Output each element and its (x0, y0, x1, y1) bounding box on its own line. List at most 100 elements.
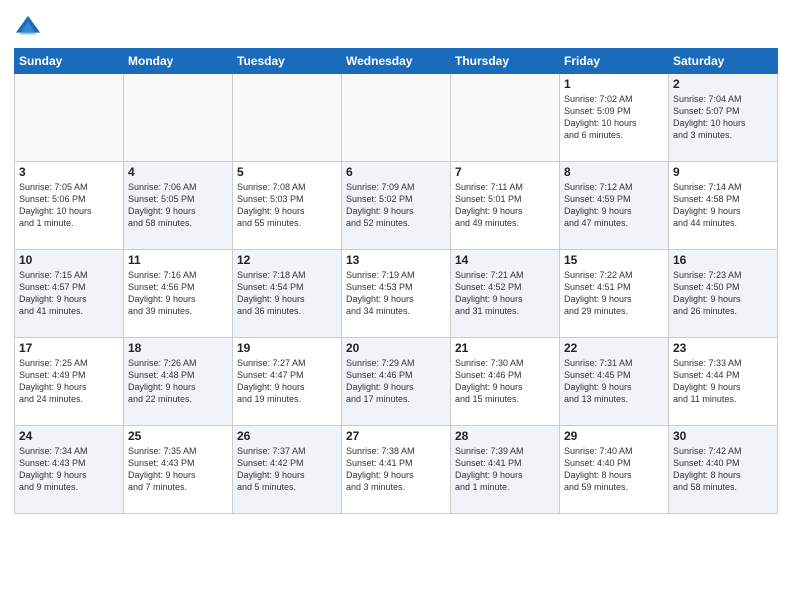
logo-icon (14, 14, 42, 42)
cell-info: Sunrise: 7:14 AM Sunset: 4:58 PM Dayligh… (673, 181, 773, 230)
cell-info: Sunrise: 7:29 AM Sunset: 4:46 PM Dayligh… (346, 357, 446, 406)
calendar-cell: 19 Sunrise: 7:27 AM Sunset: 4:47 PM Dayli… (233, 338, 342, 426)
calendar-cell: 11 Sunrise: 7:16 AM Sunset: 4:56 PM Dayli… (124, 250, 233, 338)
calendar-cell: 30 Sunrise: 7:42 AM Sunset: 4:40 PM Dayli… (669, 426, 778, 514)
day-number: 4 (128, 165, 228, 179)
day-number: 15 (564, 253, 664, 267)
calendar-cell: 2Sunrise: 7:04 AM Sunset: 5:07 PM Daylig… (669, 74, 778, 162)
day-number: 1 (564, 77, 664, 91)
day-number: 19 (237, 341, 337, 355)
calendar-week-row: 17Sunrise: 7:25 AM Sunset: 4:49 PM Dayli… (15, 338, 778, 426)
calendar-cell: 25 Sunrise: 7:35 AM Sunset: 4:43 PM Dayli… (124, 426, 233, 514)
cell-info: Sunrise: 7:40 AM Sunset: 4:40 PM Dayligh… (564, 445, 664, 494)
day-number: 6 (346, 165, 446, 179)
cell-info: Sunrise: 7:19 AM Sunset: 4:53 PM Dayligh… (346, 269, 446, 318)
calendar-cell: 12 Sunrise: 7:18 AM Sunset: 4:54 PM Dayli… (233, 250, 342, 338)
calendar-cell: 4 Sunrise: 7:06 AM Sunset: 5:05 PM Daylig… (124, 162, 233, 250)
cell-info: Sunrise: 7:06 AM Sunset: 5:05 PM Dayligh… (128, 181, 228, 230)
calendar-header-cell: Sunday (15, 49, 124, 74)
day-number: 28 (455, 429, 555, 443)
day-number: 27 (346, 429, 446, 443)
calendar-cell: 9 Sunrise: 7:14 AM Sunset: 4:58 PM Daylig… (669, 162, 778, 250)
day-number: 29 (564, 429, 664, 443)
calendar-cell: 23Sunrise: 7:33 AM Sunset: 4:44 PM Dayli… (669, 338, 778, 426)
calendar-header-cell: Thursday (451, 49, 560, 74)
page: SundayMondayTuesdayWednesdayThursdayFrid… (0, 0, 792, 524)
day-number: 20 (346, 341, 446, 355)
cell-info: Sunrise: 7:31 AM Sunset: 4:45 PM Dayligh… (564, 357, 664, 406)
calendar-cell: 18 Sunrise: 7:26 AM Sunset: 4:48 PM Dayli… (124, 338, 233, 426)
calendar-cell: 20 Sunrise: 7:29 AM Sunset: 4:46 PM Dayli… (342, 338, 451, 426)
day-number: 30 (673, 429, 773, 443)
calendar-week-row: 24 Sunrise: 7:34 AM Sunset: 4:43 PM Dayli… (15, 426, 778, 514)
calendar-cell (124, 74, 233, 162)
logo (14, 14, 46, 42)
day-number: 8 (564, 165, 664, 179)
calendar-cell: 1 Sunrise: 7:02 AM Sunset: 5:09 PM Daylig… (560, 74, 669, 162)
day-number: 22 (564, 341, 664, 355)
calendar-week-row: 10 Sunrise: 7:15 AM Sunset: 4:57 PM Dayli… (15, 250, 778, 338)
cell-info: Sunrise: 7:05 AM Sunset: 5:06 PM Dayligh… (19, 181, 119, 230)
calendar-cell: 3 Sunrise: 7:05 AM Sunset: 5:06 PM Daylig… (15, 162, 124, 250)
cell-info: Sunrise: 7:35 AM Sunset: 4:43 PM Dayligh… (128, 445, 228, 494)
cell-info: Sunrise: 7:38 AM Sunset: 4:41 PM Dayligh… (346, 445, 446, 494)
day-number: 14 (455, 253, 555, 267)
calendar-header-row: SundayMondayTuesdayWednesdayThursdayFrid… (15, 49, 778, 74)
day-number: 7 (455, 165, 555, 179)
cell-info: Sunrise: 7:26 AM Sunset: 4:48 PM Dayligh… (128, 357, 228, 406)
day-number: 16 (673, 253, 773, 267)
cell-info: Sunrise: 7:16 AM Sunset: 4:56 PM Dayligh… (128, 269, 228, 318)
calendar-cell: 22 Sunrise: 7:31 AM Sunset: 4:45 PM Dayli… (560, 338, 669, 426)
cell-info: Sunrise: 7:09 AM Sunset: 5:02 PM Dayligh… (346, 181, 446, 230)
calendar-cell: 13 Sunrise: 7:19 AM Sunset: 4:53 PM Dayli… (342, 250, 451, 338)
calendar-header-cell: Wednesday (342, 49, 451, 74)
calendar-cell: 16Sunrise: 7:23 AM Sunset: 4:50 PM Dayli… (669, 250, 778, 338)
header (14, 10, 778, 42)
calendar-cell: 29 Sunrise: 7:40 AM Sunset: 4:40 PM Dayli… (560, 426, 669, 514)
day-number: 18 (128, 341, 228, 355)
day-number: 25 (128, 429, 228, 443)
calendar-week-row: 3 Sunrise: 7:05 AM Sunset: 5:06 PM Daylig… (15, 162, 778, 250)
calendar-week-row: 1 Sunrise: 7:02 AM Sunset: 5:09 PM Daylig… (15, 74, 778, 162)
day-number: 11 (128, 253, 228, 267)
day-number: 17 (19, 341, 119, 355)
cell-info: Sunrise: 7:37 AM Sunset: 4:42 PM Dayligh… (237, 445, 337, 494)
cell-info: Sunrise: 7:02 AM Sunset: 5:09 PM Dayligh… (564, 93, 664, 142)
cell-info: Sunrise: 7:34 AM Sunset: 4:43 PM Dayligh… (19, 445, 119, 494)
calendar-cell (342, 74, 451, 162)
calendar-body: 1 Sunrise: 7:02 AM Sunset: 5:09 PM Daylig… (15, 74, 778, 514)
calendar-cell: 7 Sunrise: 7:11 AM Sunset: 5:01 PM Daylig… (451, 162, 560, 250)
cell-info: Sunrise: 7:42 AM Sunset: 4:40 PM Dayligh… (673, 445, 773, 494)
cell-info: Sunrise: 7:18 AM Sunset: 4:54 PM Dayligh… (237, 269, 337, 318)
day-number: 13 (346, 253, 446, 267)
calendar-header-cell: Saturday (669, 49, 778, 74)
day-number: 9 (673, 165, 773, 179)
calendar-cell (15, 74, 124, 162)
cell-info: Sunrise: 7:08 AM Sunset: 5:03 PM Dayligh… (237, 181, 337, 230)
calendar-cell: 17Sunrise: 7:25 AM Sunset: 4:49 PM Dayli… (15, 338, 124, 426)
cell-info: Sunrise: 7:11 AM Sunset: 5:01 PM Dayligh… (455, 181, 555, 230)
calendar-cell: 10 Sunrise: 7:15 AM Sunset: 4:57 PM Dayli… (15, 250, 124, 338)
calendar-cell: 28Sunrise: 7:39 AM Sunset: 4:41 PM Dayli… (451, 426, 560, 514)
calendar-cell (233, 74, 342, 162)
day-number: 5 (237, 165, 337, 179)
calendar-cell: 26 Sunrise: 7:37 AM Sunset: 4:42 PM Dayli… (233, 426, 342, 514)
calendar-cell: 24 Sunrise: 7:34 AM Sunset: 4:43 PM Dayli… (15, 426, 124, 514)
day-number: 10 (19, 253, 119, 267)
calendar-cell: 27 Sunrise: 7:38 AM Sunset: 4:41 PM Dayli… (342, 426, 451, 514)
day-number: 21 (455, 341, 555, 355)
calendar-header-cell: Tuesday (233, 49, 342, 74)
calendar-cell: 14 Sunrise: 7:21 AM Sunset: 4:52 PM Dayli… (451, 250, 560, 338)
cell-info: Sunrise: 7:30 AM Sunset: 4:46 PM Dayligh… (455, 357, 555, 406)
calendar-cell: 6 Sunrise: 7:09 AM Sunset: 5:02 PM Daylig… (342, 162, 451, 250)
day-number: 26 (237, 429, 337, 443)
day-number: 12 (237, 253, 337, 267)
cell-info: Sunrise: 7:27 AM Sunset: 4:47 PM Dayligh… (237, 357, 337, 406)
day-number: 24 (19, 429, 119, 443)
cell-info: Sunrise: 7:21 AM Sunset: 4:52 PM Dayligh… (455, 269, 555, 318)
calendar-cell: 5 Sunrise: 7:08 AM Sunset: 5:03 PM Daylig… (233, 162, 342, 250)
calendar-cell: 8Sunrise: 7:12 AM Sunset: 4:59 PM Daylig… (560, 162, 669, 250)
day-number: 3 (19, 165, 119, 179)
cell-info: Sunrise: 7:15 AM Sunset: 4:57 PM Dayligh… (19, 269, 119, 318)
calendar-table: SundayMondayTuesdayWednesdayThursdayFrid… (14, 48, 778, 514)
